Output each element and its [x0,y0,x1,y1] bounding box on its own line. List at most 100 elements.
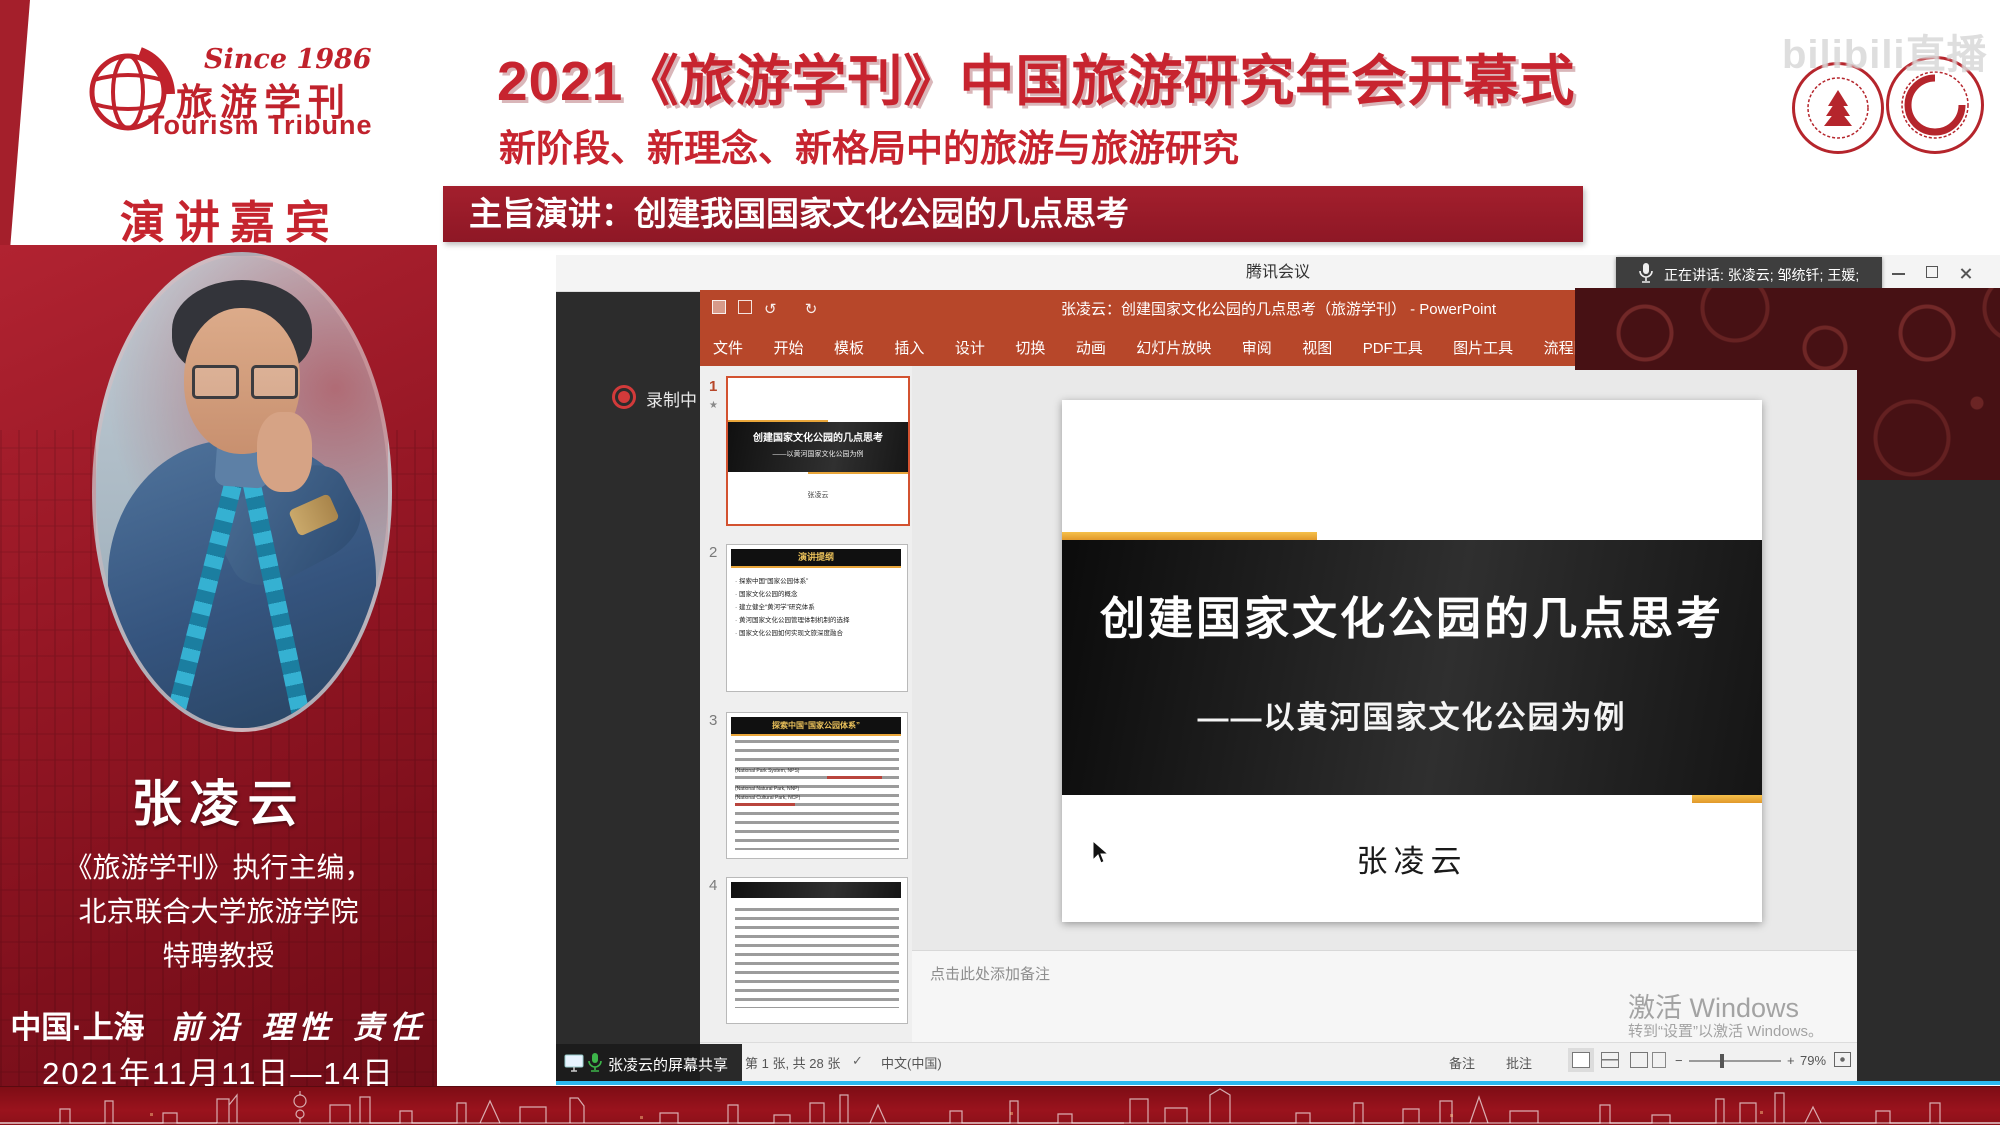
zoom-out-button[interactable]: − [1675,1053,1683,1068]
speaker-photo [92,252,392,732]
zoom-slider[interactable] [1689,1060,1781,1062]
ribbon-tab-design[interactable]: 设计 [942,331,998,367]
slide-sorter-view-button[interactable] [1601,1052,1619,1068]
zoom-slider-handle[interactable] [1720,1054,1724,1068]
ribbon-tab-review[interactable]: 审阅 [1229,331,1285,367]
meeting-titlebar[interactable]: 腾讯会议 正在讲话: 张凌云; 邹统钎; 王媛; [556,255,2000,292]
slide-edit-area[interactable]: 创建国家文化公园的几点思考 ——以黄河国家文化公园为例 张凌云 [912,366,1857,950]
thumb1-title-band: 创建国家文化公园的几点思考 ——以黄河国家文化公园为例 [728,422,908,472]
screenshot-root: Since 1986 旅游学刊 Tourism Tribune 2021《旅游学… [0,0,2000,1125]
zoom-in-button[interactable]: + [1787,1053,1795,1068]
thumb3-terms: (National Park System, NPS) (National Na… [735,740,899,803]
animation-star-icon: ★ [709,400,718,411]
photo-hand [257,412,312,492]
logo-since-text: Since 1986 [204,44,372,75]
slide-accent-bottom [1692,795,1762,803]
minimize-button[interactable] [1892,265,1922,281]
microphone-icon [1638,262,1654,284]
thumb-number-4: 4 [709,877,717,894]
screen-share-toast-text: 张凌云的屏幕共享 [608,1054,728,1075]
keynote-banner-text: 主旨演讲：创建我国国家文化公园的几点思考 [443,186,1583,242]
ribbon-tab-picture-tools[interactable]: 图片工具 [1440,331,1526,367]
slide-subtitle: ——以黄河国家文化公园为例 [1062,692,1762,737]
speaker-credential-3: 特聘教授 [0,934,437,974]
mouse-cursor [1092,840,1110,871]
keynote-banner: 主旨演讲：创建我国国家文化公园的几点思考 [443,186,1583,242]
speaker-role-label: 演讲嘉宾 [0,186,460,251]
slide-title-band: 创建国家文化公园的几点思考 ——以黄河国家文化公园为例 [1062,540,1762,795]
thumb-number-2: 2 [709,544,717,561]
recording-label: 录制中 [646,386,697,411]
thumb4-body-text [735,908,899,1008]
thumb1-subtitle: ——以黄河国家文化公园为例 [728,449,908,459]
event-motto: 前沿 理性 责任 [171,1010,427,1046]
bilibili-live-watermark: bilibili直播 [1782,22,1988,80]
thumb-number-3: 3 [709,712,717,729]
event-title: 2021《旅游学刊》中国旅游研究年会开幕式 [497,36,1597,116]
green-mic-icon [588,1053,602,1073]
close-icon [1960,267,1972,279]
share-border-line [556,1081,2000,1085]
comments-toggle-button[interactable]: 批注 [1506,1053,1532,1072]
slide-thumbnail-3[interactable]: 探索中国“国家公园体系” (National Park System, NPS)… [726,712,908,859]
spellcheck-icon[interactable]: ✓ [852,1053,863,1069]
skyline-footer-strip [0,1086,2000,1125]
photo-glasses-right [251,365,298,399]
screen-share-toast: 张凌云的屏幕共享 [556,1044,742,1082]
ppt-statusbar: 第 1 张, 共 28 张 ✓ 中文(中国) 备注 批注 − + 79% [700,1042,1857,1081]
thumb4-title-band [731,882,901,898]
slide-thumbnail-panel[interactable]: 1 ★ 创建国家文化公园的几点思考 ——以黄河国家文化公园为例 张凌云 2 演讲… [700,366,913,1042]
ribbon-tab-file[interactable]: 文件 [700,331,756,367]
thumb-number-1: 1 [709,378,717,395]
speaking-indicator-toast: 正在讲话: 张凌云; 邹统钎; 王媛; [1616,257,1882,290]
slideshow-view-button[interactable] [1652,1052,1666,1068]
ribbon-tab-pdf-tools[interactable]: PDF工具 [1350,331,1436,367]
speaker-credential-1: 《旅游学刊》执行主编， [0,846,437,886]
ribbon-tab-insert[interactable]: 插入 [881,331,937,367]
slide-thumbnail-2[interactable]: 演讲提纲 · 探索中国“国家公园体系” · 国家文化公园的概念 · 建立健全“黄… [726,544,908,692]
slide-thumbnail-1[interactable]: 创建国家文化公园的几点思考 ——以黄河国家文化公园为例 张凌云 [726,376,910,526]
minimize-icon [1892,273,1905,275]
logo-journal-name-en: Tourism Tribune [148,110,373,141]
tencent-meeting-window: 腾讯会议 正在讲话: 张凌云; 邹统钎; 王媛; 录制中 ↺ ↻ 张凌云：创建国… [556,255,2000,1085]
slide-thumbnail-4[interactable] [726,877,908,1024]
powerpoint-window: ↺ ↻ 张凌云：创建国家文化公园的几点思考（旅游学刊） - PowerPoint… [700,290,1857,1080]
reading-view-button[interactable] [1630,1052,1648,1068]
photo-glasses-left [192,365,239,399]
fit-slide-button[interactable] [1834,1052,1851,1067]
close-button[interactable] [1960,266,1990,282]
notes-toggle-button[interactable]: 备注 [1449,1053,1475,1072]
ribbon-tab-home[interactable]: 开始 [760,331,816,367]
current-slide-canvas[interactable]: 创建国家文化公园的几点思考 ——以黄河国家文化公园为例 张凌云 [1062,400,1762,922]
ribbon-tab-view[interactable]: 视图 [1289,331,1345,367]
zoom-percentage[interactable]: 79% [1800,1053,1826,1068]
normal-view-button[interactable] [1572,1052,1590,1068]
restore-icon [1926,266,1938,278]
ribbon-tab-template[interactable]: 模板 [821,331,877,367]
slide-counter: 第 1 张, 共 28 张 [745,1053,840,1072]
slide-title: 创建国家文化公园的几点思考 [1062,582,1762,647]
ribbon-tab-animations[interactable]: 动画 [1063,331,1119,367]
notes-placeholder: 点击此处添加备注 [930,963,1050,984]
activate-windows-line2: 转到“设置”以激活 Windows。 [1628,1020,1823,1041]
event-subtitle: 新阶段、新理念、新格局中的旅游与旅游研究 [499,118,1239,172]
language-status[interactable]: 中文(中国) [881,1053,942,1072]
thumb2-header: 演讲提纲 [731,549,901,568]
ribbon-tab-slideshow[interactable]: 幻灯片放映 [1123,331,1224,367]
ribbon-tab-transitions[interactable]: 切换 [1002,331,1058,367]
thumb2-bullets: · 探索中国“国家公园体系” · 国家文化公园的概念 · 建立健全“黄河学”研究… [735,575,903,640]
slide-accent-top [1062,532,1317,540]
thumb3-red-text2 [827,776,882,779]
restore-button[interactable] [1926,265,1956,281]
speaker-credential-2: 北京联合大学旅游学院 [0,890,437,930]
speaker-name: 张凌云 [0,764,437,836]
slide-author: 张凌云 [1062,836,1762,881]
event-location: 中国·上海 [10,1010,144,1045]
record-icon [612,385,636,409]
speaking-indicator-text: 正在讲话: 张凌云; 邹统钎; 王媛; [1664,265,1859,285]
desktop-wallpaper-pattern-side [1857,288,2000,480]
thumb3-red-text [735,803,795,806]
screen-icon [564,1054,584,1072]
thumb1-title: 创建国家文化公园的几点思考 [728,429,908,444]
thumb3-header: 探索中国“国家公园体系” [731,717,901,736]
